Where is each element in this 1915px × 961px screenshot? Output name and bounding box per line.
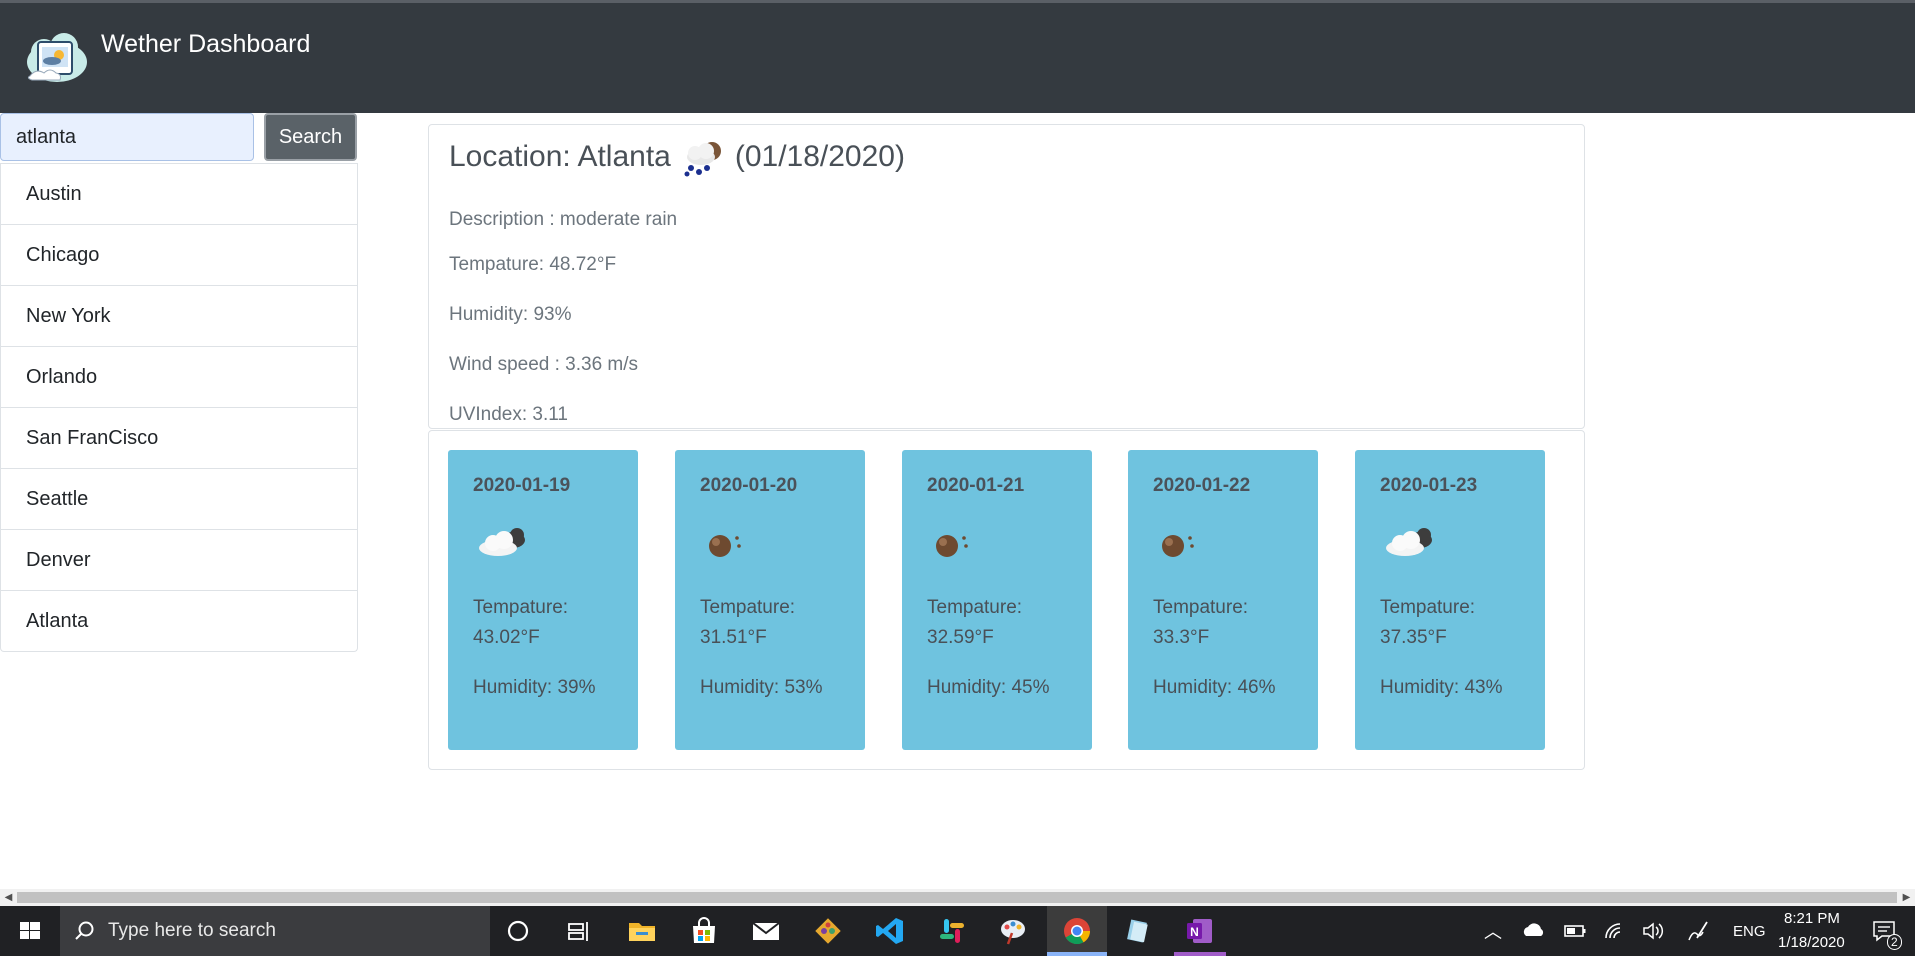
chrome-icon[interactable] bbox=[1061, 915, 1093, 947]
forecast-date: 2020-01-23 bbox=[1380, 475, 1478, 496]
forecast-temp: 33.3°F bbox=[1153, 627, 1210, 648]
forecast-card: 2020-01-23 Tempature: 37.35°F Humidity: … bbox=[1355, 450, 1545, 750]
city-item-seattle[interactable]: Seattle bbox=[1, 468, 357, 529]
forecast-card: 2020-01-22 Tempature: 33.3°F Humidity: 4… bbox=[1128, 450, 1318, 750]
forecast-card: 2020-01-20 Tempature: 31.51°F Humidity: … bbox=[675, 450, 865, 750]
city-item-atlanta[interactable]: Atlanta bbox=[1, 590, 357, 651]
svg-text:N: N bbox=[1190, 925, 1199, 939]
cloud-icon bbox=[1386, 528, 1432, 556]
cortana-icon[interactable] bbox=[502, 915, 534, 947]
forecast-date: 2020-01-19 bbox=[473, 475, 571, 496]
forecast-temp-label: Tempature: bbox=[1380, 597, 1476, 618]
windows-taskbar: Type here to search N ︿ ENG 8:21 PM 1/18… bbox=[0, 906, 1915, 956]
cloud-icon bbox=[479, 528, 525, 556]
forecast-humidity: Humidity: 39% bbox=[473, 677, 596, 698]
forecast-date: 2020-01-20 bbox=[700, 475, 798, 496]
forecast-humidity: Humidity: 53% bbox=[700, 677, 823, 698]
file-explorer-icon[interactable] bbox=[626, 915, 658, 947]
forecast-temp-label: Tempature: bbox=[1153, 597, 1249, 618]
forecast-container: 2020-01-19 Tempature: 43.02°F Humidity: … bbox=[428, 430, 1585, 770]
forecast-temp-label: Tempature: bbox=[700, 597, 796, 618]
sun-brown-icon bbox=[1162, 535, 1194, 557]
windows-start-icon[interactable] bbox=[0, 906, 60, 956]
horizontal-scrollbar[interactable]: ◀ ▶ bbox=[0, 889, 1915, 906]
current-location-title: Location: Atlanta (01/18/2020) bbox=[449, 137, 905, 177]
forecast-temp: 31.51°F bbox=[700, 627, 767, 648]
city-item-denver[interactable]: Denver bbox=[1, 529, 357, 590]
vscode-icon[interactable] bbox=[874, 915, 906, 947]
onedrive-icon[interactable] bbox=[1519, 916, 1549, 946]
forecast-temp: 32.59°F bbox=[927, 627, 994, 648]
forecast-temp: 37.35°F bbox=[1380, 627, 1447, 648]
current-wind-speed: Wind speed : 3.36 m/s bbox=[449, 354, 639, 375]
microsoft-store-icon[interactable] bbox=[688, 915, 720, 947]
location-name: Location: Atlanta bbox=[449, 140, 671, 173]
city-item-new-york[interactable]: New York bbox=[1, 285, 357, 346]
forecast-date: 2020-01-22 bbox=[1153, 475, 1251, 496]
pen-workspace-icon[interactable] bbox=[1683, 916, 1713, 946]
city-item-austin[interactable]: Austin bbox=[1, 163, 357, 224]
task-view-icon[interactable] bbox=[563, 915, 595, 947]
taskbar-search-box[interactable]: Type here to search bbox=[60, 906, 490, 956]
current-date: (01/18/2020) bbox=[734, 140, 905, 173]
forecast-temp: 43.02°F bbox=[473, 627, 540, 648]
paint-app-icon[interactable] bbox=[998, 915, 1030, 947]
sun-brown-icon bbox=[709, 535, 741, 557]
navbar: Wether Dashboard bbox=[0, 3, 1915, 113]
sun-brown-icon bbox=[936, 535, 968, 557]
scroll-left-arrow-icon[interactable]: ◀ bbox=[0, 889, 17, 906]
chrome-active-indicator bbox=[1047, 952, 1107, 956]
notepad-icon[interactable] bbox=[1122, 915, 1154, 947]
city-item-chicago[interactable]: Chicago bbox=[1, 224, 357, 285]
clock-date[interactable]: 1/18/2020 bbox=[1778, 934, 1845, 951]
current-uv-index: UVIndex: 3.11 bbox=[449, 404, 569, 425]
battery-icon[interactable] bbox=[1560, 916, 1590, 946]
forecast-date: 2020-01-21 bbox=[927, 475, 1025, 496]
wifi-icon[interactable] bbox=[1600, 916, 1630, 946]
rain-cloud-icon bbox=[684, 142, 721, 177]
onenote-icon[interactable]: N bbox=[1184, 915, 1216, 947]
forecast-temp-label: Tempature: bbox=[473, 597, 569, 618]
current-temperature: Tempature: 48.72°F bbox=[449, 254, 617, 275]
city-item-san-francisco[interactable]: San FranCisco bbox=[1, 407, 357, 468]
forecast-humidity: Humidity: 46% bbox=[1153, 677, 1276, 698]
app-title[interactable]: Wether Dashboard bbox=[101, 29, 310, 59]
scrollbar-thumb[interactable] bbox=[17, 892, 1897, 903]
forecast-temp-label: Tempature: bbox=[927, 597, 1023, 618]
forecast-humidity: Humidity: 45% bbox=[927, 677, 1050, 698]
mail-icon[interactable] bbox=[750, 915, 782, 947]
current-humidity: Humidity: 93% bbox=[449, 304, 572, 325]
current-description: Description : moderate rain bbox=[449, 209, 678, 230]
search-button[interactable]: Search bbox=[264, 113, 357, 161]
volume-icon[interactable] bbox=[1638, 916, 1668, 946]
onenote-running-indicator bbox=[1174, 952, 1226, 956]
language-indicator[interactable]: ENG bbox=[1733, 923, 1766, 940]
weather-logo-icon[interactable] bbox=[24, 30, 90, 86]
city-search-input[interactable] bbox=[0, 113, 254, 161]
current-weather-card: Location: Atlanta (01/18/2020) Descripti… bbox=[428, 124, 1585, 429]
taskbar-search-placeholder: Type here to search bbox=[108, 920, 276, 941]
slack-icon[interactable] bbox=[936, 915, 968, 947]
forecast-humidity: Humidity: 43% bbox=[1380, 677, 1503, 698]
city-item-orlando[interactable]: Orlando bbox=[1, 346, 357, 407]
clock-time[interactable]: 8:21 PM bbox=[1784, 910, 1840, 927]
forecast-card: 2020-01-21 Tempature: 32.59°F Humidity: … bbox=[902, 450, 1092, 750]
search-icon bbox=[75, 921, 94, 940]
show-hidden-icons-chevron-icon[interactable]: ︿ bbox=[1484, 918, 1502, 944]
city-history-list: Austin Chicago New York Orlando San Fran… bbox=[0, 163, 358, 652]
git-client-icon[interactable] bbox=[812, 915, 844, 947]
scroll-right-arrow-icon[interactable]: ▶ bbox=[1898, 889, 1915, 906]
notification-count-badge: 2 bbox=[1887, 934, 1902, 950]
forecast-card: 2020-01-19 Tempature: 43.02°F Humidity: … bbox=[448, 450, 638, 750]
